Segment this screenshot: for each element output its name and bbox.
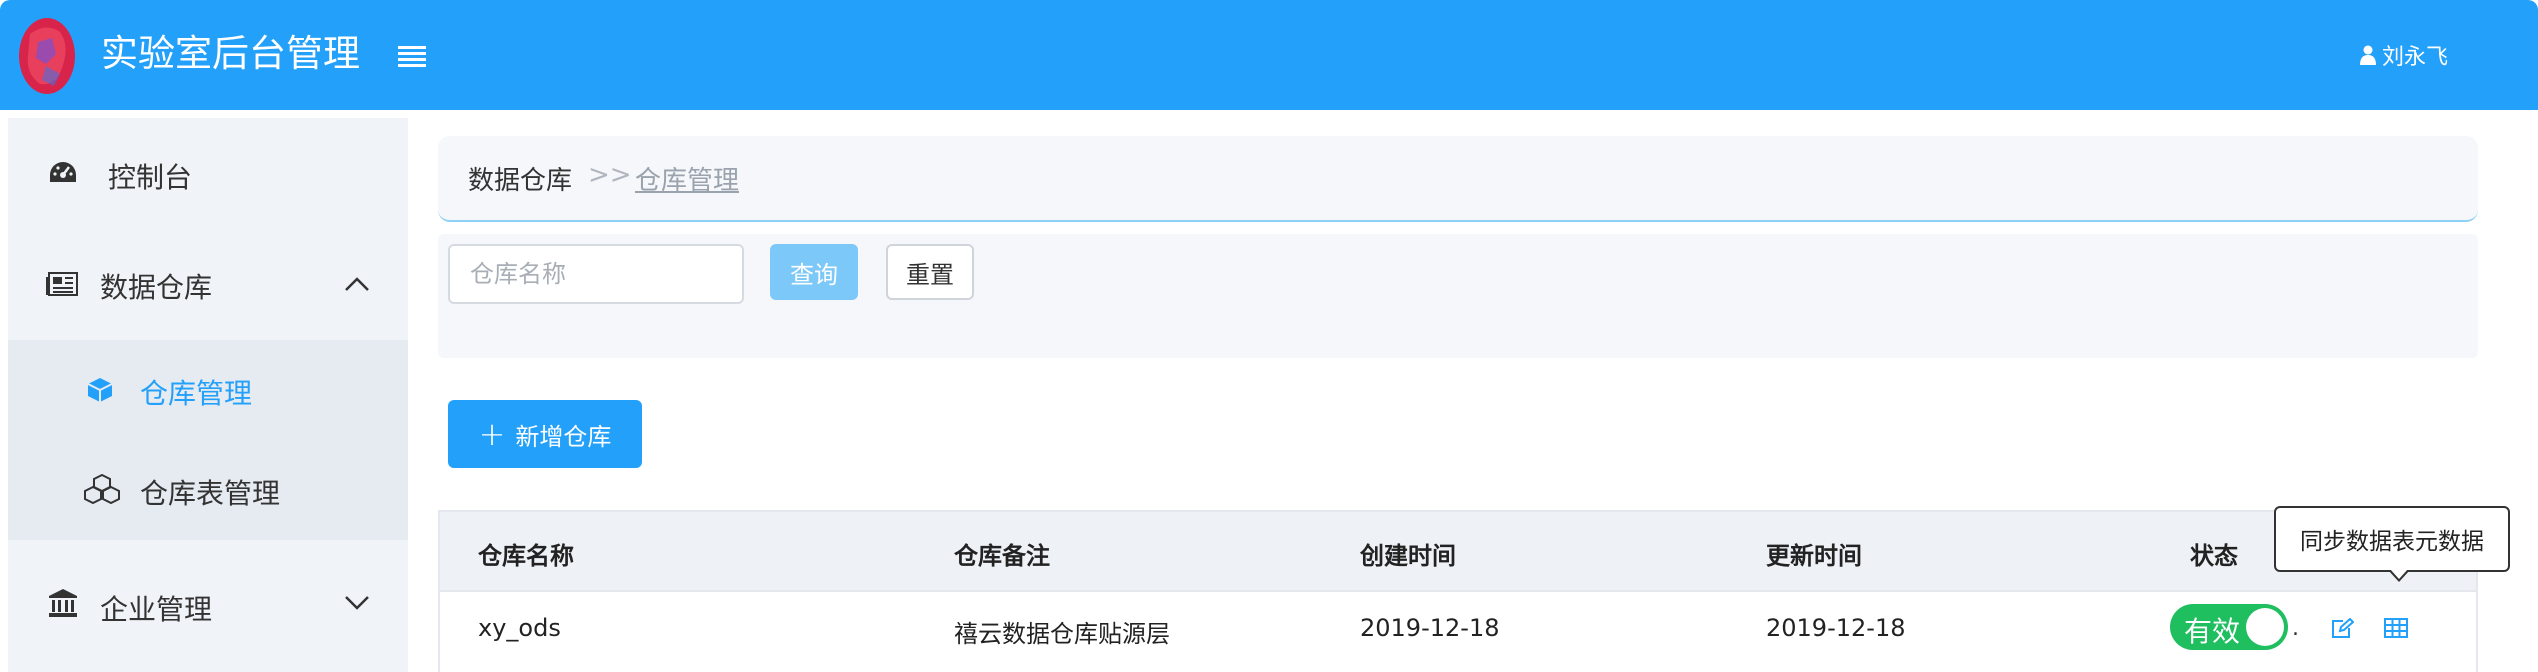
status-toggle[interactable]: 有效 bbox=[2170, 604, 2288, 650]
top-header: 实验室后台管理 刘永飞 bbox=[0, 0, 2538, 110]
sidebar-item-warehouse-table-management[interactable]: 仓库表管理 bbox=[8, 440, 408, 540]
sidebar-item-label: 控制台 bbox=[108, 161, 193, 194]
bank-icon bbox=[48, 588, 78, 618]
cell-updated: 2019-12-18 bbox=[1766, 614, 1906, 642]
menu-toggle-icon[interactable] bbox=[398, 46, 426, 70]
table-header bbox=[440, 512, 2476, 592]
tooltip-arrow-inner bbox=[2390, 569, 2408, 579]
app-title: 实验室后台管理 bbox=[101, 32, 360, 75]
user-menu[interactable]: 刘永飞 bbox=[2360, 38, 2448, 72]
sidebar: 控制台 数据仓库 仓库管理 仓库表管理 企业管理 bbox=[8, 118, 408, 672]
cubes-icon bbox=[84, 474, 120, 504]
sidebar-item-label: 仓库表管理 bbox=[140, 477, 281, 510]
add-warehouse-button[interactable]: + 新增仓库 bbox=[448, 400, 642, 468]
dashboard-icon bbox=[48, 160, 78, 186]
cell-created: 2019-12-18 bbox=[1360, 614, 1500, 642]
column-header-created: 创建时间 bbox=[1360, 542, 1456, 570]
column-header-status: 状态 bbox=[2190, 542, 2238, 570]
query-button[interactable]: 查询 bbox=[770, 244, 858, 300]
user-name: 刘永飞 bbox=[2382, 45, 2449, 70]
plus-icon: + bbox=[478, 415, 506, 453]
cell-name: xy_ods bbox=[478, 614, 561, 642]
breadcrumb: 数据仓库 >> 仓库管理 bbox=[438, 136, 2478, 222]
sidebar-item-dashboard[interactable]: 控制台 bbox=[8, 118, 408, 228]
chevron-down-icon bbox=[344, 594, 370, 614]
status-toggle-label: 有效 bbox=[2184, 615, 2241, 648]
warehouse-table: 仓库名称 仓库备注 创建时间 更新时间 状态 xy_ods 禧云数据仓库贴源层 … bbox=[438, 510, 2478, 672]
sidebar-item-enterprise[interactable]: 企业管理 bbox=[8, 550, 408, 660]
sidebar-item-data-warehouse[interactable]: 数据仓库 bbox=[8, 228, 408, 338]
cell-remark: 禧云数据仓库贴源层 bbox=[954, 620, 1170, 648]
breadcrumb-root[interactable]: 数据仓库 bbox=[468, 160, 572, 197]
app-logo bbox=[19, 18, 75, 94]
chevron-up-icon bbox=[344, 276, 370, 296]
cube-icon bbox=[86, 376, 114, 404]
sidebar-item-warehouse-management[interactable]: 仓库管理 bbox=[8, 340, 408, 440]
column-header-remark: 仓库备注 bbox=[954, 542, 1050, 570]
breadcrumb-current[interactable]: 仓库管理 bbox=[635, 160, 739, 197]
status-toggle-knob bbox=[2246, 608, 2284, 646]
user-icon bbox=[2360, 45, 2376, 65]
reset-button[interactable]: 重置 bbox=[886, 244, 974, 300]
sidebar-item-label: 仓库管理 bbox=[140, 377, 253, 410]
add-warehouse-label: 新增仓库 bbox=[515, 422, 612, 451]
column-header-name: 仓库名称 bbox=[478, 542, 574, 570]
newspaper-icon bbox=[46, 272, 78, 296]
filter-panel: 查询 重置 bbox=[438, 234, 2478, 358]
sidebar-item-label: 数据仓库 bbox=[100, 271, 213, 304]
warehouse-name-input[interactable] bbox=[448, 244, 744, 304]
column-header-updated: 更新时间 bbox=[1766, 542, 1862, 570]
edit-icon[interactable] bbox=[2330, 617, 2355, 644]
breadcrumb-separator: >> bbox=[588, 160, 632, 190]
sidebar-item-label: 企业管理 bbox=[100, 593, 213, 626]
separator-dot: . bbox=[2292, 616, 2299, 641]
sync-metadata-icon[interactable] bbox=[2384, 618, 2408, 642]
tooltip: 同步数据表元数据 bbox=[2274, 506, 2510, 572]
